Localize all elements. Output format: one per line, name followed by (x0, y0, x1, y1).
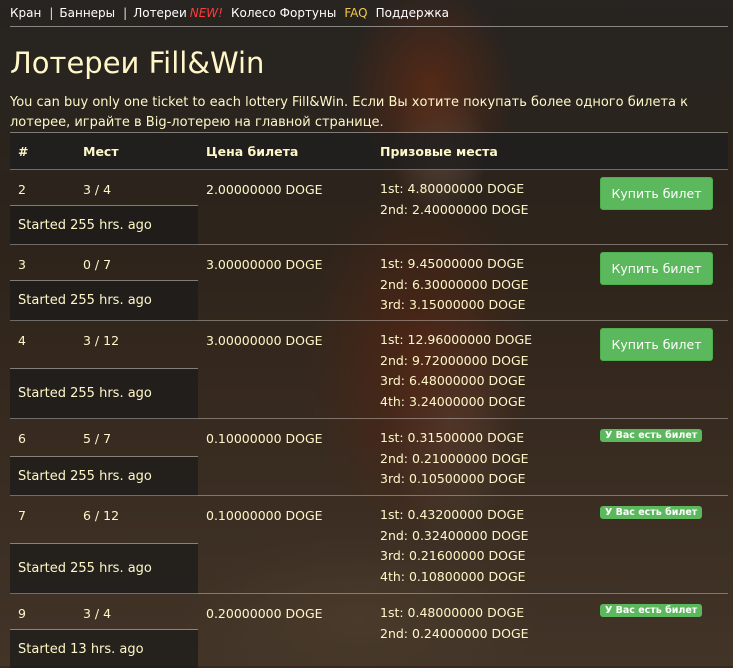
prize-place: 4th: 0.10800000 DOGE (380, 567, 590, 588)
has-ticket-badge: У Вас есть билет (600, 604, 702, 617)
nav-lotteries-label: Лотереи (133, 6, 187, 20)
lottery-id: 9 (10, 594, 75, 630)
lottery-places: 3 / 12 (75, 321, 198, 369)
started-time: Started 255 hrs. ago (18, 386, 198, 401)
has-ticket-badge: У Вас есть билет (600, 429, 702, 442)
lottery-places: 3 / 4 (75, 170, 198, 206)
nav-faucet[interactable]: Кран (10, 4, 41, 22)
started-cell: Started 255 hrs. ago (10, 544, 198, 594)
prize-place: 2nd: 0.21000000 DOGE (380, 449, 590, 470)
prize-list: 1st: 0.31500000 DOGE2nd: 0.21000000 DOGE… (372, 419, 590, 496)
intro-text: You can buy only one ticket to each lott… (10, 93, 728, 133)
started-time: Started 255 hrs. ago (18, 561, 198, 576)
prize-list: 1st: 4.80000000 DOGE2nd: 2.40000000 DOGE (372, 170, 590, 245)
nav-separator: | (123, 6, 127, 20)
prize-place: 3rd: 0.21600000 DOGE (380, 546, 590, 567)
header-places: Мест (75, 133, 198, 170)
page-title: Лотереи Fill&Win (10, 46, 264, 80)
nav-separator: | (49, 6, 53, 20)
prize-place: 2nd: 0.32400000 DOGE (380, 526, 590, 547)
action-cell: У Вас есть билет (590, 594, 728, 668)
started-time: Started 255 hrs. ago (18, 293, 198, 308)
action-cell: Купить билет (590, 245, 728, 321)
nav-lotteries[interactable]: ЛотереиNEW! (133, 4, 223, 22)
has-ticket-badge: У Вас есть билет (600, 506, 702, 519)
started-cell: Started 255 hrs. ago (10, 369, 198, 419)
action-cell: У Вас есть билет (590, 496, 728, 594)
ticket-price: 0.10000000 DOGE (198, 419, 372, 496)
nav-new-badge: NEW! (190, 6, 223, 20)
prize-place: 1st: 0.48000000 DOGE (380, 603, 590, 624)
header-prizes: Призовые места (372, 133, 590, 170)
nav-banners[interactable]: Баннеры (59, 4, 115, 22)
buy-ticket-button[interactable]: Купить билет (600, 252, 713, 285)
ticket-price: 0.10000000 DOGE (198, 496, 372, 594)
started-time: Started 13 hrs. ago (18, 642, 198, 657)
prize-place: 3rd: 6.48000000 DOGE (380, 371, 590, 392)
table-row: 43 / 123.00000000 DOGE1st: 12.96000000 D… (10, 321, 728, 369)
table-row: 93 / 40.20000000 DOGE1st: 0.48000000 DOG… (10, 594, 728, 630)
prize-list: 1st: 9.45000000 DOGE2nd: 6.30000000 DOGE… (372, 245, 590, 321)
prize-place: 1st: 12.96000000 DOGE (380, 330, 590, 351)
prize-place: 1st: 0.31500000 DOGE (380, 428, 590, 449)
nav-wheel-of-fortune[interactable]: Колесо Фортуны (231, 4, 336, 22)
lottery-table: # Мест Цена билета Призовые места 23 / 4… (10, 132, 728, 668)
prize-list: 1st: 0.48000000 DOGE2nd: 0.24000000 DOGE (372, 594, 590, 668)
nav-faq[interactable]: FAQ (344, 4, 367, 22)
prize-list: 1st: 0.43200000 DOGE2nd: 0.32400000 DOGE… (372, 496, 590, 594)
lottery-table-body: 23 / 42.00000000 DOGE1st: 4.80000000 DOG… (10, 170, 728, 668)
table-header-row: # Мест Цена билета Призовые места (10, 133, 728, 170)
lottery-places: 5 / 7 (75, 419, 198, 457)
prize-place: 3rd: 3.15000000 DOGE (380, 295, 590, 316)
prize-place: 2nd: 6.30000000 DOGE (380, 275, 590, 296)
lottery-id: 3 (10, 245, 75, 281)
prize-place: 1st: 9.45000000 DOGE (380, 254, 590, 275)
prize-place: 2nd: 0.24000000 DOGE (380, 624, 590, 645)
prize-place: 3rd: 0.10500000 DOGE (380, 469, 590, 490)
action-cell: Купить билет (590, 170, 728, 245)
lottery-id: 2 (10, 170, 75, 206)
table-row: 65 / 70.10000000 DOGE1st: 0.31500000 DOG… (10, 419, 728, 457)
table-row: 76 / 120.10000000 DOGE1st: 0.43200000 DO… (10, 496, 728, 544)
started-time: Started 255 hrs. ago (18, 218, 198, 233)
table-row: 23 / 42.00000000 DOGE1st: 4.80000000 DOG… (10, 170, 728, 206)
lottery-places: 3 / 4 (75, 594, 198, 630)
table-row: 30 / 73.00000000 DOGE1st: 9.45000000 DOG… (10, 245, 728, 281)
header-id: # (10, 133, 75, 170)
ticket-price: 3.00000000 DOGE (198, 245, 372, 321)
prize-place: 2nd: 2.40000000 DOGE (380, 200, 590, 221)
prize-place: 4th: 3.24000000 DOGE (380, 392, 590, 413)
buy-ticket-button[interactable]: Купить билет (600, 177, 713, 210)
ticket-price: 2.00000000 DOGE (198, 170, 372, 245)
prize-place: 2nd: 9.72000000 DOGE (380, 351, 590, 372)
lottery-places: 6 / 12 (75, 496, 198, 544)
started-cell: Started 13 hrs. ago (10, 630, 198, 668)
prize-place: 1st: 4.80000000 DOGE (380, 179, 590, 200)
ticket-price: 0.20000000 DOGE (198, 594, 372, 668)
started-cell: Started 255 hrs. ago (10, 457, 198, 496)
lottery-id: 7 (10, 496, 75, 544)
started-time: Started 255 hrs. ago (18, 469, 198, 484)
action-cell: У Вас есть билет (590, 419, 728, 496)
lottery-id: 6 (10, 419, 75, 457)
started-cell: Started 255 hrs. ago (10, 206, 198, 245)
lottery-places: 0 / 7 (75, 245, 198, 281)
page: Кран | Баннеры | ЛотереиNEW! Колесо Форт… (0, 0, 733, 666)
header-action (590, 133, 728, 170)
action-cell: Купить билет (590, 321, 728, 419)
lottery-id: 4 (10, 321, 75, 369)
prize-place: 1st: 0.43200000 DOGE (380, 505, 590, 526)
top-nav: Кран | Баннеры | ЛотереиNEW! Колесо Форт… (10, 0, 728, 27)
header-price: Цена билета (198, 133, 372, 170)
nav-support[interactable]: Поддержка (376, 4, 449, 22)
ticket-price: 3.00000000 DOGE (198, 321, 372, 419)
buy-ticket-button[interactable]: Купить билет (600, 328, 713, 361)
prize-list: 1st: 12.96000000 DOGE2nd: 9.72000000 DOG… (372, 321, 590, 419)
started-cell: Started 255 hrs. ago (10, 281, 198, 321)
